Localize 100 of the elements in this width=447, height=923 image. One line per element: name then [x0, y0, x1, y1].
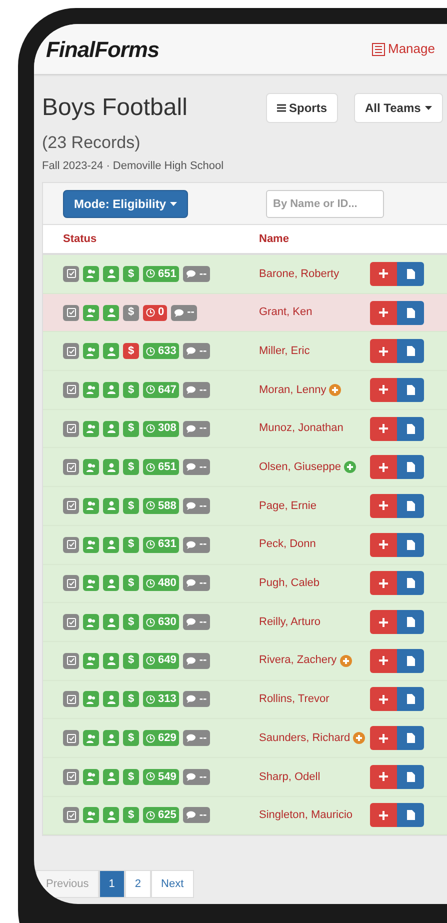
parent-badge[interactable]: [83, 420, 99, 437]
document-button[interactable]: [397, 262, 424, 286]
clock-count-badge[interactable]: 625: [143, 807, 180, 824]
payment-badge[interactable]: $: [123, 498, 139, 514]
athlete-badge[interactable]: [103, 575, 119, 592]
parent-badge[interactable]: [83, 575, 99, 592]
parent-badge[interactable]: [83, 652, 99, 669]
athlete-name[interactable]: Grant, Ken: [259, 304, 312, 321]
clock-count-badge[interactable]: 588: [143, 498, 180, 514]
comments-badge[interactable]: --: [183, 266, 210, 282]
checklist-badge[interactable]: [63, 304, 79, 321]
document-button[interactable]: [397, 764, 424, 789]
document-button[interactable]: [397, 726, 424, 750]
comments-badge[interactable]: --: [183, 420, 210, 437]
comments-badge[interactable]: --: [183, 691, 210, 708]
document-button[interactable]: [397, 687, 424, 712]
document-button[interactable]: [397, 532, 424, 557]
athlete-badge[interactable]: [103, 614, 119, 630]
pagination-link[interactable]: 2: [124, 870, 152, 898]
athlete-name[interactable]: Munoz, Jonathan: [259, 420, 344, 437]
payment-badge[interactable]: $: [123, 768, 139, 785]
parent-badge[interactable]: [83, 498, 99, 514]
add-button[interactable]: [370, 687, 397, 712]
parent-badge[interactable]: [83, 343, 99, 360]
athlete-name[interactable]: Moran, Lenny: [259, 382, 326, 398]
checklist-badge[interactable]: [63, 614, 79, 630]
payment-badge[interactable]: $: [123, 459, 139, 476]
parent-badge[interactable]: [83, 691, 99, 708]
clock-count-badge[interactable]: 647: [143, 382, 180, 398]
comments-badge[interactable]: --: [171, 304, 198, 321]
add-button[interactable]: [370, 610, 397, 634]
athlete-name[interactable]: Rollins, Trevor: [259, 691, 330, 708]
athlete-badge[interactable]: [103, 343, 119, 360]
document-button[interactable]: [397, 378, 424, 402]
document-button[interactable]: [397, 416, 424, 441]
clock-count-badge[interactable]: 308: [143, 420, 180, 437]
add-button[interactable]: [370, 339, 397, 364]
checklist-badge[interactable]: [63, 768, 79, 785]
payment-badge[interactable]: $: [123, 652, 139, 669]
athlete-name[interactable]: Page, Ernie: [259, 498, 316, 514]
clock-count-badge[interactable]: 480: [143, 575, 180, 592]
document-button[interactable]: [397, 300, 424, 325]
document-button[interactable]: [397, 571, 424, 596]
checklist-badge[interactable]: [63, 343, 79, 360]
payment-badge[interactable]: $: [123, 420, 139, 437]
pagination-link[interactable]: Previous: [36, 870, 99, 898]
document-button[interactable]: [397, 648, 424, 673]
athlete-name[interactable]: Singleton, Mauricio: [259, 807, 353, 824]
athlete-name[interactable]: Peck, Donn: [259, 536, 316, 553]
clock-count-badge[interactable]: 0: [143, 304, 168, 321]
checklist-badge[interactable]: [63, 536, 79, 553]
search-field[interactable]: By Name or ID...: [266, 190, 384, 218]
parent-badge[interactable]: [83, 614, 99, 630]
comments-badge[interactable]: --: [183, 614, 210, 630]
payment-badge[interactable]: $: [123, 382, 139, 398]
athlete-badge[interactable]: [103, 420, 119, 437]
comments-badge[interactable]: --: [183, 807, 210, 824]
athlete-badge[interactable]: [103, 652, 119, 669]
checklist-badge[interactable]: [63, 382, 79, 398]
clock-count-badge[interactable]: 549: [143, 768, 180, 785]
clock-count-badge[interactable]: 649: [143, 652, 180, 669]
add-button[interactable]: [370, 648, 397, 673]
payment-badge[interactable]: $: [123, 343, 139, 360]
add-button[interactable]: [370, 262, 397, 286]
payment-badge[interactable]: $: [123, 614, 139, 630]
athlete-badge[interactable]: [103, 459, 119, 476]
document-button[interactable]: [397, 494, 424, 518]
clock-count-badge[interactable]: 633: [143, 343, 180, 360]
athlete-badge[interactable]: [103, 498, 119, 514]
add-button[interactable]: [370, 764, 397, 789]
athlete-badge[interactable]: [103, 382, 119, 398]
athlete-badge[interactable]: [103, 536, 119, 553]
parent-badge[interactable]: [83, 768, 99, 785]
athlete-name[interactable]: Pugh, Caleb: [259, 575, 320, 592]
athlete-name[interactable]: Saunders, Richard: [259, 730, 350, 746]
add-button[interactable]: [370, 803, 397, 828]
add-button[interactable]: [370, 494, 397, 518]
add-button[interactable]: [370, 571, 397, 596]
pagination-link[interactable]: 1: [98, 870, 125, 898]
parent-badge[interactable]: [83, 382, 99, 398]
add-button[interactable]: [370, 726, 397, 750]
comments-badge[interactable]: --: [183, 575, 210, 592]
add-button[interactable]: [370, 455, 397, 480]
add-button[interactable]: [370, 532, 397, 557]
manage-link[interactable]: Manage: [372, 39, 435, 59]
payment-badge[interactable]: $: [123, 807, 139, 824]
add-button[interactable]: [370, 300, 397, 325]
comments-badge[interactable]: --: [183, 730, 210, 746]
parent-badge[interactable]: [83, 304, 99, 321]
athlete-name[interactable]: Rivera, Zachery: [259, 652, 337, 669]
checklist-badge[interactable]: [63, 652, 79, 669]
clock-count-badge[interactable]: 313: [143, 691, 180, 708]
teams-dropdown[interactable]: All Teams: [354, 93, 443, 123]
comments-badge[interactable]: --: [183, 459, 210, 476]
clock-count-badge[interactable]: 630: [143, 614, 180, 630]
comments-badge[interactable]: --: [183, 536, 210, 553]
checklist-badge[interactable]: [63, 575, 79, 592]
document-button[interactable]: [397, 455, 424, 480]
clock-count-badge[interactable]: 629: [143, 730, 180, 746]
parent-badge[interactable]: [83, 536, 99, 553]
